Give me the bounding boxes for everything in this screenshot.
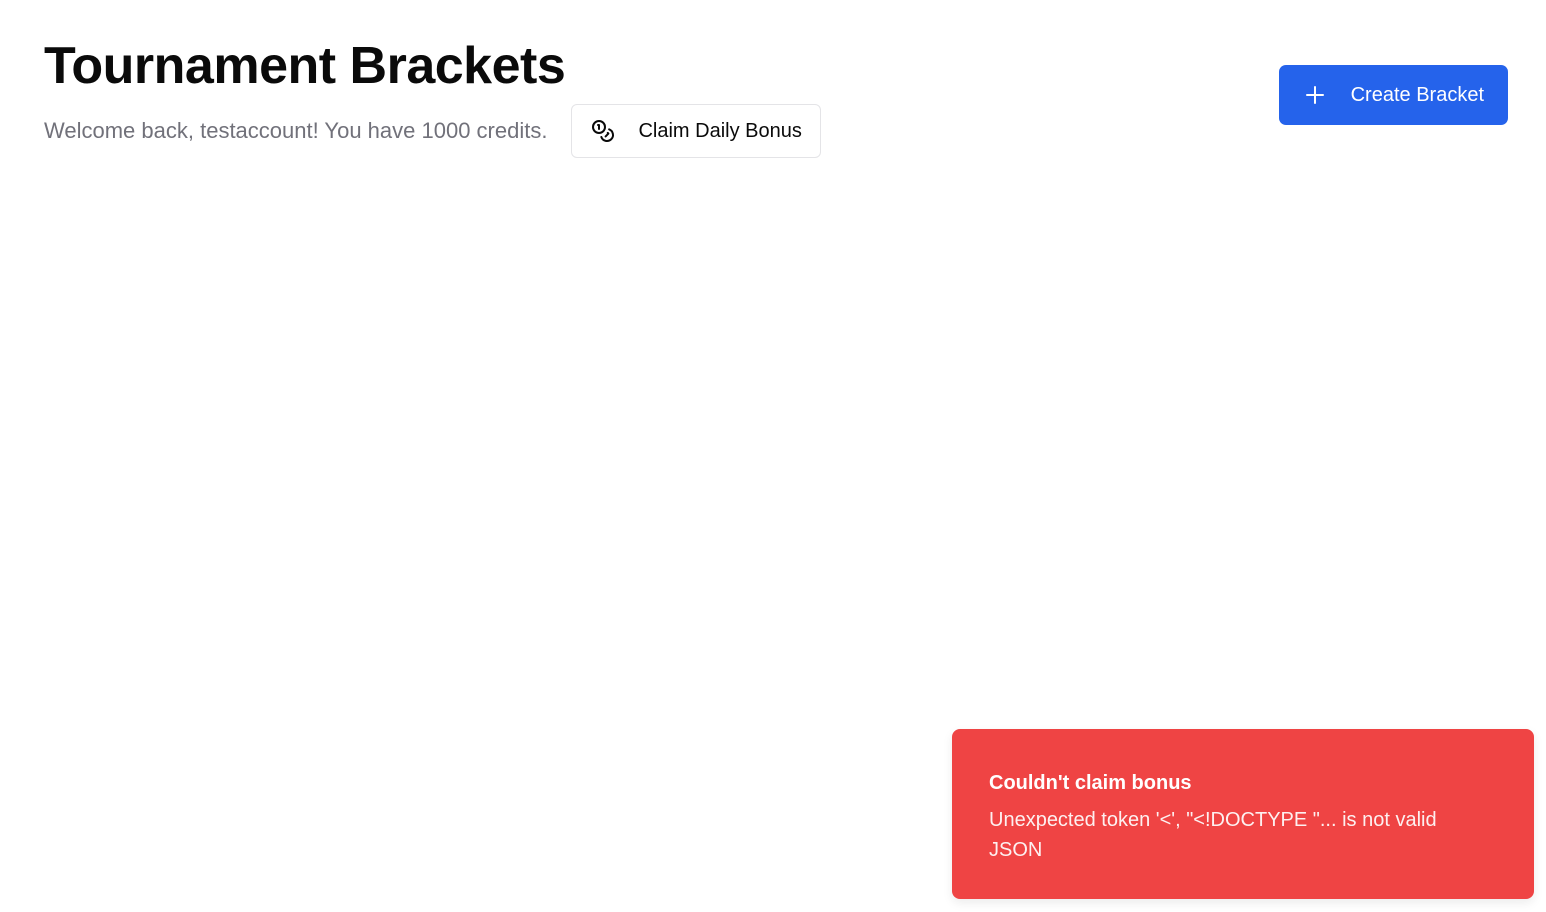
toast-description: Unexpected token '<', "<!DOCTYPE "... is… bbox=[989, 809, 1437, 861]
page: Tournament Brackets Welcome back, testac… bbox=[0, 0, 1546, 912]
subheader-row: Welcome back, testaccount! You have 1000… bbox=[44, 104, 821, 158]
toast-title: Couldn't claim bonus bbox=[989, 772, 1192, 794]
header-left: Tournament Brackets Welcome back, testac… bbox=[44, 36, 821, 158]
welcome-message: Welcome back, testaccount! You have 1000… bbox=[44, 118, 548, 143]
page-title: Tournament Brackets bbox=[44, 37, 566, 95]
page-header: Tournament Brackets Welcome back, testac… bbox=[44, 36, 1508, 158]
coins-icon bbox=[590, 118, 616, 144]
plus-icon bbox=[1305, 85, 1325, 105]
claim-daily-bonus-button[interactable]: Claim Daily Bonus bbox=[571, 104, 821, 158]
create-bracket-label: Create Bracket bbox=[1350, 83, 1484, 106]
error-toast[interactable]: Couldn't claim bonus Unexpected token '<… bbox=[952, 729, 1534, 899]
claim-daily-bonus-label: Claim Daily Bonus bbox=[638, 119, 802, 142]
create-bracket-button[interactable]: Create Bracket bbox=[1278, 65, 1508, 125]
